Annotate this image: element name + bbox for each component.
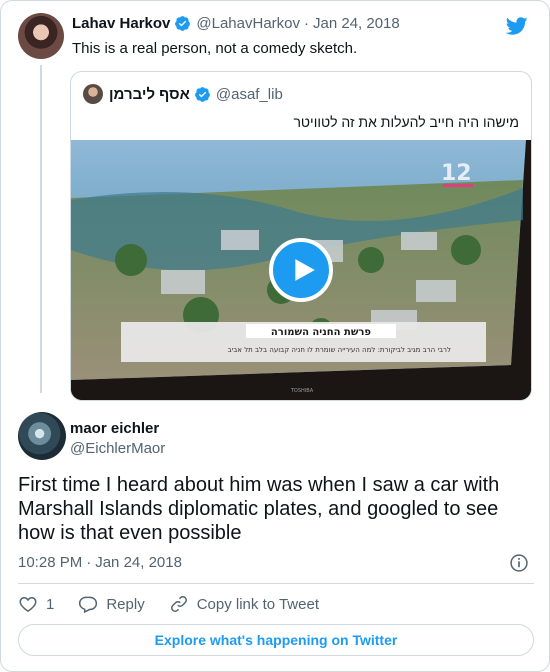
reply-timestamp[interactable]: 10:28 PM · Jan 24, 2018	[18, 554, 182, 571]
like-count: 1	[46, 595, 55, 613]
quoted-tweet[interactable]: אסף ליברמן @asaf_lib מישהו היה חייב להעל…	[70, 71, 532, 401]
reply-label: Reply	[106, 595, 145, 613]
reply-header: maor eichler @EichlerMaor	[70, 419, 165, 459]
like-button[interactable]: 1	[18, 594, 54, 614]
reply-bubble-icon	[79, 596, 98, 614]
action-bar: 1 Reply Copy link to Tweet	[18, 594, 343, 614]
reply-handle[interactable]: @EichlerMaor	[70, 439, 165, 459]
asaf-avatar[interactable]	[83, 84, 103, 104]
tweet1-author-name[interactable]: Lahav Harkov	[72, 15, 170, 32]
tweet1-text: This is a real person, not a comedy sket…	[72, 40, 358, 57]
twitter-bird-icon[interactable]	[505, 15, 529, 37]
reply-text: First time I heard about him was when I …	[18, 474, 500, 544]
play-button[interactable]	[269, 238, 333, 302]
reply-button[interactable]: Reply	[78, 594, 145, 614]
verified-badge-icon	[175, 16, 191, 31]
quoted-text: מישהו היה חייב להעלות את זה לטוויטר	[293, 114, 519, 130]
play-icon	[294, 259, 315, 281]
video-banner-title: פרשת החניה השמורה	[271, 327, 371, 338]
tweet-embed-card: Lahav Harkov @LahavHarkov · Jan 24, 2018…	[0, 0, 550, 672]
copy-link-label: Copy link to Tweet	[196, 595, 319, 613]
tweet1-header: Lahav Harkov @LahavHarkov · Jan 24, 2018	[72, 15, 400, 32]
divider	[18, 583, 534, 584]
separator-dot: ·	[304, 15, 309, 32]
video-banner-subtitle: לרבי הרב מגיב לביקורת: למה העירייה שומרת…	[228, 346, 451, 354]
verified-badge-icon	[194, 86, 210, 102]
copy-link-button[interactable]: Copy link to Tweet	[169, 594, 319, 614]
tv-brand-label: TOSHIBA	[290, 388, 314, 394]
maor-avatar[interactable]	[18, 412, 66, 460]
quoted-handle[interactable]: @asaf_lib	[216, 86, 283, 103]
info-icon[interactable]	[509, 553, 529, 573]
lahav-avatar[interactable]	[18, 13, 64, 59]
tweet1-handle[interactable]: @LahavHarkov	[196, 15, 300, 32]
link-icon	[170, 596, 187, 612]
channel-logo: 12	[441, 161, 472, 186]
video-thumbnail[interactable]: פרשת החניה השמורה לרבי הרב מגיב לביקורת:…	[71, 140, 531, 400]
separator-dot: ·	[86, 554, 92, 571]
reply-date[interactable]: Jan 24, 2018	[95, 554, 182, 571]
reply-author-name[interactable]: maor eichler	[70, 419, 165, 439]
quoted-author-name[interactable]: אסף ליברמן	[109, 86, 190, 103]
quoted-header: אסף ליברמן @asaf_lib	[83, 84, 283, 104]
thread-connector-line	[40, 65, 42, 393]
heart-icon	[19, 596, 37, 612]
tweet1-date[interactable]: Jan 24, 2018	[313, 15, 400, 32]
explore-twitter-button[interactable]: Explore what's happening on Twitter	[18, 624, 534, 656]
reply-time[interactable]: 10:28 PM	[18, 554, 82, 571]
